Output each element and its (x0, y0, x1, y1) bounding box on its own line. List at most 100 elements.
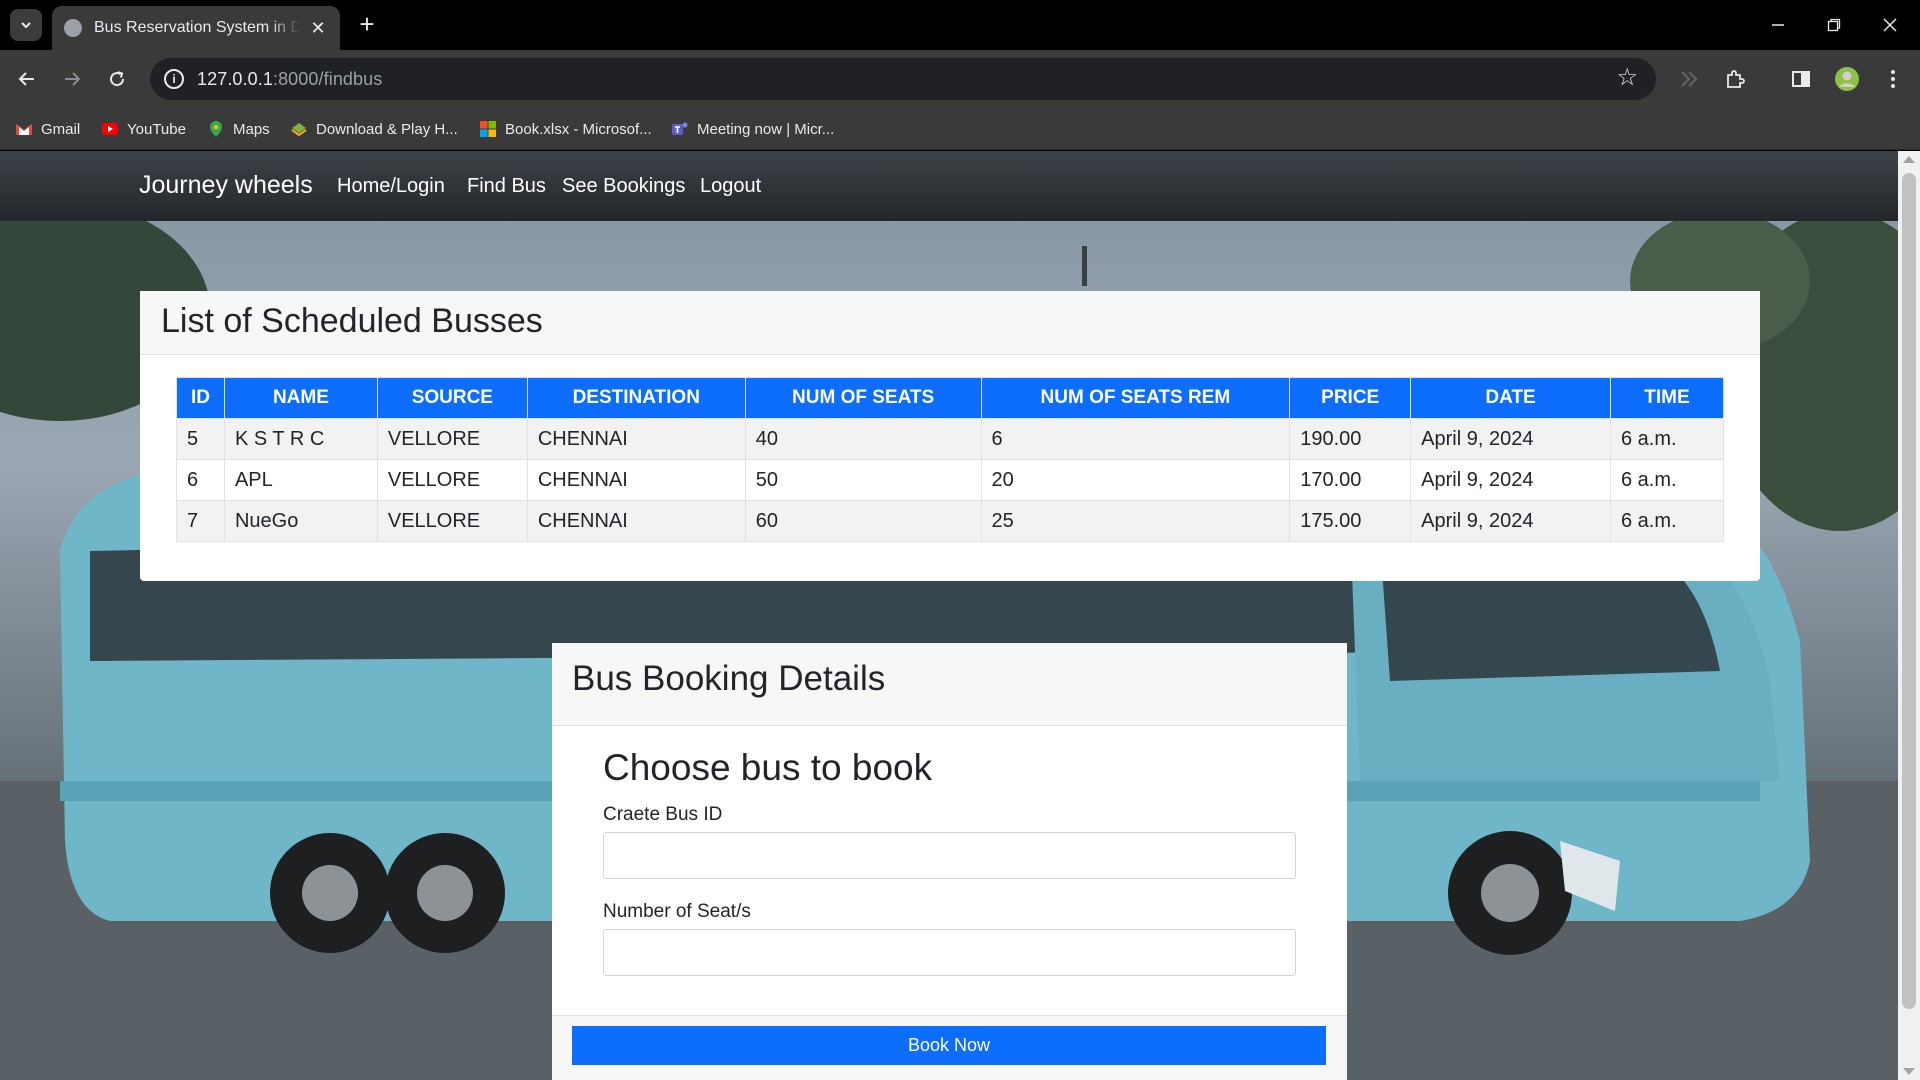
cell-destination: CHENNAI (526, 500, 746, 542)
cell-name: APL (223, 459, 378, 501)
bookmark-maps[interactable]: Maps (207, 116, 270, 142)
restore-icon (1827, 18, 1841, 32)
cell-num-seats-rem: 20 (980, 459, 1291, 501)
col-num-seats-rem: NUM OF SEATS REM (980, 377, 1291, 419)
youtube-icon (102, 123, 118, 135)
back-button[interactable] (10, 62, 44, 96)
scroll-down-arrow[interactable] (1903, 1068, 1915, 1075)
minimize-icon (1772, 24, 1784, 26)
site-info-icon[interactable]: i (164, 69, 184, 89)
booking-title: Bus Booking Details (572, 659, 886, 698)
col-destination: DESTINATION (526, 377, 746, 419)
new-tab-button[interactable]: + (352, 10, 382, 40)
tab-title: Bus Reservation System in Django (94, 19, 300, 36)
bus-table: ID NAME SOURCE DESTINATION NUM OF SEATS … (176, 377, 1725, 542)
cell-date: April 9, 2024 (1410, 418, 1611, 460)
gmail-icon (16, 124, 32, 135)
bookmark-meeting-now[interactable]: Meeting now | Micr... (671, 116, 834, 142)
profile-avatar[interactable] (1830, 62, 1864, 96)
tab-search-button[interactable] (10, 9, 42, 41)
table-row: 6 APL VELLORE CHENNAI 50 20 170.00 April… (176, 459, 1725, 501)
nav-home-login[interactable]: Home/Login (337, 175, 445, 198)
arrow-left-icon (18, 72, 34, 86)
booking-card: Bus Booking Details Choose bus to book C… (552, 643, 1347, 1080)
nav-find-bus[interactable]: Find Bus (467, 175, 546, 198)
teams-icon (672, 122, 688, 135)
cell-source: VELLORE (376, 418, 528, 460)
scroll-up-arrow[interactable] (1903, 156, 1915, 163)
globe-icon (64, 19, 82, 37)
bookmarks-bar: Gmail YouTube Maps Download & Play H... … (0, 108, 1920, 150)
cell-id: 6 (176, 459, 225, 501)
game-icon (291, 123, 307, 137)
col-name: NAME (223, 377, 378, 419)
bus-id-input[interactable] (603, 832, 1296, 879)
extension-forward-icon[interactable] (1672, 62, 1706, 96)
bookmark-gmail[interactable]: Gmail (15, 116, 80, 142)
extensions-puzzle-icon[interactable] (1718, 62, 1752, 96)
seats-input[interactable] (603, 929, 1296, 976)
col-price: PRICE (1289, 377, 1412, 419)
bookmark-star-icon[interactable]: ☆ (1616, 66, 1638, 90)
arrow-right-icon (65, 72, 81, 86)
address-bar[interactable]: i 127.0.0.1:8000/findbus ☆ (150, 58, 1656, 100)
url-host: 127.0.0.1 (197, 69, 273, 89)
cell-price: 175.00 (1289, 500, 1412, 542)
cell-num-seats: 40 (744, 418, 982, 460)
col-date: DATE (1410, 377, 1611, 419)
cell-num-seats: 60 (744, 500, 982, 542)
booking-subtitle: Choose bus to book (603, 747, 933, 788)
nav-see-bookings[interactable]: See Bookings (562, 175, 685, 198)
browser-toolbar: i 127.0.0.1:8000/findbus ☆ (0, 50, 1920, 108)
browser-menu-icon[interactable] (1876, 62, 1910, 96)
seats-label: Number of Seat/s (603, 901, 751, 922)
cell-source: VELLORE (376, 500, 528, 542)
restore-button[interactable] (1814, 8, 1854, 42)
forward-button[interactable] (55, 62, 89, 96)
bus-list-card: List of Scheduled Busses ID NAME SOURCE … (140, 291, 1760, 581)
reload-icon (110, 71, 125, 87)
url-text: 127.0.0.1:8000/findbus (197, 69, 382, 90)
table-row: 7 NueGo VELLORE CHENNAI 60 25 175.00 Apr… (176, 500, 1725, 542)
col-source: SOURCE (376, 377, 528, 419)
cell-num-seats-rem: 6 (980, 418, 1291, 460)
microsoft-icon (480, 121, 496, 137)
booking-footer: Book Now (552, 1015, 1347, 1080)
cell-id: 5 (176, 418, 225, 460)
browser-tabstrip: Bus Reservation System in Django ✕ + (0, 0, 1920, 50)
side-panel-icon[interactable] (1784, 62, 1818, 96)
tab-close-icon[interactable]: ✕ (308, 18, 328, 39)
site-navbar: Journey wheels Home/Login Find Bus See B… (0, 151, 1898, 221)
close-window-button[interactable] (1870, 8, 1910, 42)
reload-button[interactable] (100, 62, 134, 96)
col-id: ID (176, 377, 225, 419)
hero-background: List of Scheduled Busses ID NAME SOURCE … (0, 221, 1898, 1080)
table-header-row: ID NAME SOURCE DESTINATION NUM OF SEATS … (176, 377, 1725, 419)
bookmark-book-xlsx[interactable]: Book.xlsx - Microsof... (479, 116, 652, 142)
close-icon (1883, 18, 1897, 32)
cell-id: 7 (176, 500, 225, 542)
bookmark-download-play[interactable]: Download & Play H... (290, 116, 458, 142)
page-viewport: Journey wheels Home/Login Find Bus See B… (0, 151, 1920, 1080)
cell-date: April 9, 2024 (1410, 459, 1611, 501)
cell-destination: CHENNAI (526, 418, 746, 460)
bookmark-youtube[interactable]: YouTube (101, 116, 186, 142)
browser-tab-active[interactable]: Bus Reservation System in Django ✕ (52, 6, 340, 50)
maps-icon (210, 121, 222, 137)
chevron-down-icon (21, 22, 31, 29)
brand-link[interactable]: Journey wheels (139, 171, 313, 200)
book-now-button[interactable]: Book Now (572, 1026, 1326, 1065)
nav-logout[interactable]: Logout (700, 175, 761, 198)
cell-num-seats-rem: 25 (980, 500, 1291, 542)
cell-time: 6 a.m. (1609, 459, 1725, 501)
col-num-seats: NUM OF SEATS (744, 377, 982, 419)
cell-source: VELLORE (376, 459, 528, 501)
url-path: :8000/findbus (272, 69, 383, 89)
bus-list-title: List of Scheduled Busses (161, 302, 543, 340)
cell-time: 6 a.m. (1609, 500, 1725, 542)
cell-name: NueGo (223, 500, 378, 542)
page-scrollbar[interactable] (1898, 151, 1920, 1080)
cell-num-seats: 50 (744, 459, 982, 501)
scroll-thumb[interactable] (1902, 173, 1916, 1009)
minimize-button[interactable] (1758, 8, 1798, 42)
